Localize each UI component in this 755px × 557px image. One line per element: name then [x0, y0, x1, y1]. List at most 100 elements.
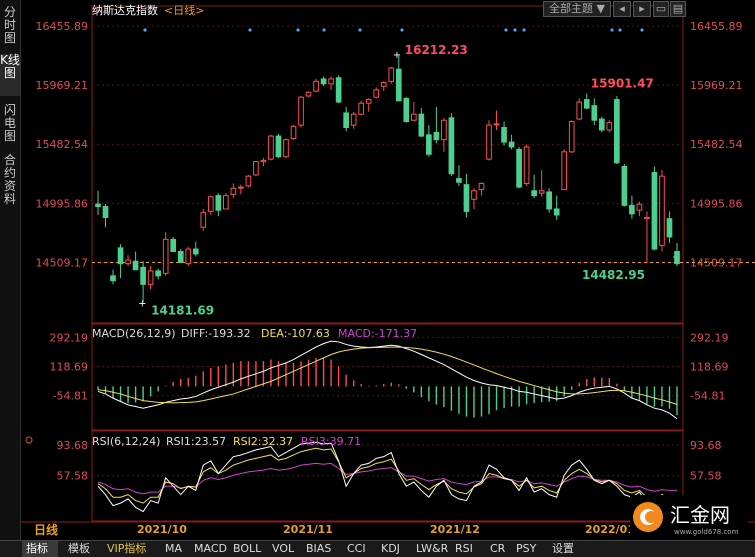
- candle-down: [320, 78, 327, 85]
- candle-up: [523, 146, 530, 184]
- annotation-low2: 14482.95: [582, 268, 645, 282]
- candle-down: [463, 184, 470, 212]
- price-tick-right: 15969.21: [690, 79, 743, 92]
- tab-vol[interactable]: VOL: [272, 541, 294, 557]
- rsi1-line: [97, 441, 678, 513]
- rsi3-value: RSI3:39.71: [301, 435, 361, 448]
- candle-up: [538, 190, 545, 194]
- candle-down: [192, 248, 199, 255]
- candle-down: [177, 251, 184, 263]
- chart-period: <日线>: [164, 3, 204, 17]
- candle-up: [125, 259, 131, 265]
- candle-down: [591, 105, 598, 121]
- candle-up: [230, 187, 237, 195]
- candle-down: [170, 238, 177, 253]
- event-marker: [522, 28, 526, 32]
- candle-up: [260, 159, 267, 163]
- tab-cr[interactable]: CR: [490, 541, 505, 557]
- macd-tick-left: -54.81: [53, 390, 88, 403]
- candle-down: [275, 135, 282, 158]
- tab-macd[interactable]: MACD: [194, 541, 227, 557]
- annotation-high: 16212.23: [405, 43, 468, 57]
- event-marker: [618, 28, 622, 32]
- time-axis-label: 2021/10: [137, 523, 187, 536]
- candle-up: [388, 67, 395, 82]
- candle-up: [493, 123, 500, 126]
- split-view-icon[interactable]: ▭: [653, 1, 669, 17]
- macd-diff-value: DIFF:-193.32: [181, 327, 251, 340]
- candle-down: [546, 191, 552, 210]
- candle-down: [215, 195, 222, 211]
- rsi-tick-left: 57.58: [57, 470, 89, 483]
- tab-kdj[interactable]: KDJ: [381, 541, 400, 557]
- candle-down: [102, 206, 109, 218]
- candle-up: [644, 216, 650, 220]
- tab-vip-indicators[interactable]: VIP指标: [107, 541, 146, 557]
- tab-psy[interactable]: PSY: [516, 541, 536, 557]
- tab-bias[interactable]: BIAS: [306, 541, 331, 557]
- rsi-settings-icon: [25, 436, 33, 444]
- tab-cci[interactable]: CCI: [347, 541, 366, 557]
- event-marker: [248, 28, 252, 32]
- tab-settings[interactable]: 设置: [552, 541, 574, 557]
- kline-chart[interactable]: 16455.89 16455.89 15969.21 15969.21 15482.54…: [0, 0, 755, 540]
- candle-down: [140, 266, 146, 285]
- price-tick-right: 15482.54: [690, 138, 743, 151]
- candle-up: [358, 102, 365, 115]
- candle-down: [403, 97, 410, 122]
- annotation-low-marker: +: [138, 299, 146, 310]
- candle-down: [418, 113, 425, 137]
- candle-up: [471, 190, 477, 200]
- candle-up: [253, 161, 259, 176]
- candle-down: [583, 99, 590, 109]
- theme-prev-button[interactable]: ◂: [613, 1, 631, 17]
- candle-up: [200, 212, 207, 228]
- logo-text: 汇金网: [670, 503, 730, 527]
- candle-down: [508, 141, 515, 148]
- theme-next-button[interactable]: ▸: [633, 1, 651, 17]
- tab-boll[interactable]: BOLL: [233, 541, 261, 557]
- indicator-tab-bar: 指标 模板 VIP指标 MA MACD BOLL VOL BIAS CCI KD…: [0, 540, 755, 557]
- candle-up: [283, 139, 289, 158]
- macd-label: MACD(26,12,9): [92, 327, 176, 340]
- candle-up: [328, 78, 334, 85]
- tab-indicators[interactable]: 指标: [22, 541, 58, 557]
- rsi2-value: RSI2:32.37: [233, 435, 293, 448]
- candle-down: [674, 251, 680, 265]
- event-marker: [296, 28, 300, 32]
- tab-lwr[interactable]: LW&R: [416, 541, 448, 557]
- theme-select[interactable]: 全部主题 ▼: [543, 1, 611, 17]
- macd-tick-left: 292.19: [50, 331, 89, 344]
- candle-down: [456, 178, 462, 183]
- time-axis-label: 2022/01: [585, 523, 635, 536]
- candle-up: [410, 113, 417, 121]
- event-marker: [504, 28, 508, 32]
- candle-up: [245, 175, 252, 187]
- event-marker: [640, 28, 644, 32]
- candle-down: [516, 148, 522, 188]
- chevron-down-icon: ▼: [596, 2, 605, 15]
- tab-ma[interactable]: MA: [165, 541, 182, 557]
- candle-down: [117, 247, 124, 265]
- tab-rsi[interactable]: RSI: [455, 541, 473, 557]
- layout-icon[interactable]: ▤: [670, 1, 686, 17]
- tab-templates[interactable]: 模板: [68, 541, 90, 557]
- rsi-tick-right: 93.68: [690, 439, 722, 452]
- macd-tick-right: 292.19: [690, 331, 729, 344]
- candle-up: [162, 238, 169, 274]
- event-marker: [610, 28, 614, 32]
- candle-up: [636, 203, 643, 211]
- candle-down: [95, 203, 101, 208]
- rsi-label: RSI(6,12,24): [92, 435, 160, 448]
- candle-up: [298, 96, 304, 126]
- candle-up: [207, 196, 214, 212]
- theme-select-label: 全部主题: [549, 2, 594, 15]
- macd-tick-right: 118.69: [690, 360, 729, 373]
- candle-up: [568, 120, 575, 153]
- rsi3-line: [97, 462, 677, 495]
- candle-up: [147, 270, 154, 285]
- macd-macd-value: MACD:-171.37: [338, 327, 417, 340]
- annotation-low: 14181.69: [151, 304, 214, 318]
- candle-up: [313, 80, 319, 92]
- candle-up: [478, 182, 485, 191]
